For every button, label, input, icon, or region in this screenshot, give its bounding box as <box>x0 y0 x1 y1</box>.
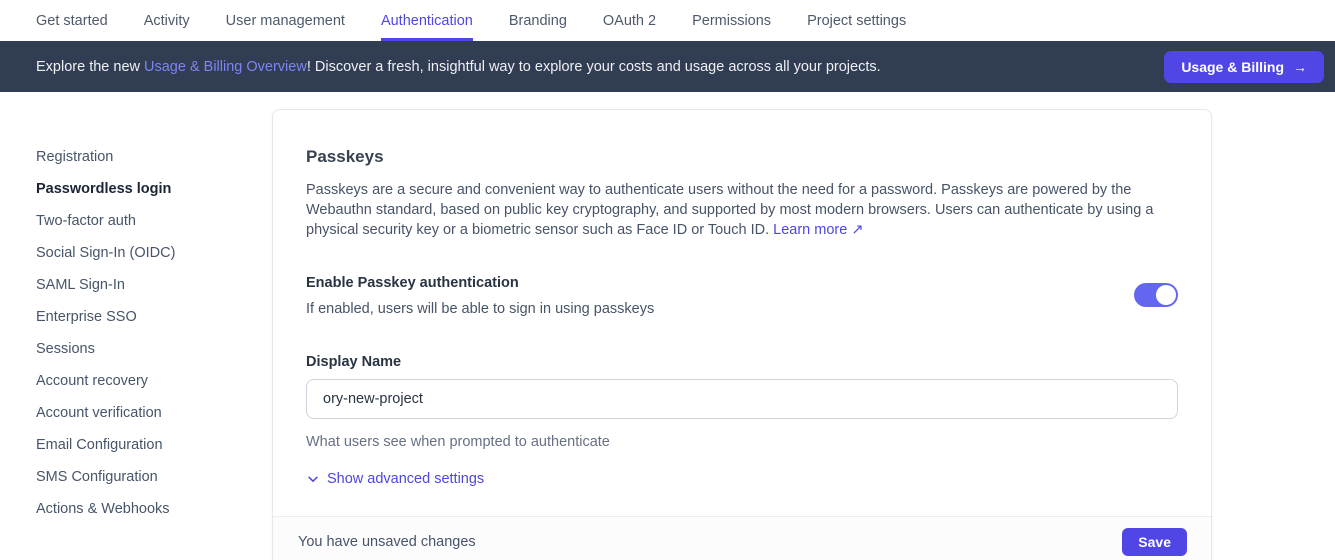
sidebar-item-social-sign-in[interactable]: Social Sign-In (OIDC) <box>36 237 175 269</box>
passkeys-card-body: Passkeys Passkeys are a secure and conve… <box>273 110 1211 491</box>
sidebar-item-actions-webhooks[interactable]: Actions & Webhooks <box>36 493 175 525</box>
sidebar-item-saml-sign-in[interactable]: SAML Sign-In <box>36 269 175 301</box>
enable-passkey-text: Enable Passkey authentication If enabled… <box>306 275 654 317</box>
nav-tab-user-management[interactable]: User management <box>226 0 345 41</box>
banner-text-before: Explore the new <box>36 59 144 75</box>
sidebar-item-account-verification[interactable]: Account verification <box>36 397 175 429</box>
display-name-helper: What users see when prompted to authenti… <box>306 434 1178 450</box>
passkey-toggle[interactable] <box>1134 283 1178 307</box>
nav-tab-oauth2[interactable]: OAuth 2 <box>603 0 656 41</box>
nav-tab-authentication[interactable]: Authentication <box>381 0 473 41</box>
save-button[interactable]: Save <box>1122 528 1187 556</box>
usage-billing-button[interactable]: Usage & Billing → <box>1164 51 1324 83</box>
sidebar-item-registration[interactable]: Registration <box>36 141 175 173</box>
external-link-arrow-icon: ↗ <box>851 222 863 238</box>
nav-tab-branding[interactable]: Branding <box>509 0 567 41</box>
nav-tab-get-started[interactable]: Get started <box>36 0 108 41</box>
arrow-right-icon: → <box>1293 59 1307 75</box>
sidebar-item-account-recovery[interactable]: Account recovery <box>36 365 175 397</box>
unsaved-changes-bar: You have unsaved changes Save <box>273 516 1211 560</box>
chevron-down-icon <box>306 472 320 486</box>
top-navigation: Get started Activity User management Aut… <box>0 0 1335 41</box>
usage-billing-overview-link[interactable]: Usage & Billing Overview <box>144 59 307 75</box>
sidebar-item-passwordless-login[interactable]: Passwordless login <box>36 173 175 205</box>
toggle-knob <box>1156 285 1176 305</box>
sidebar-item-enterprise-sso[interactable]: Enterprise SSO <box>36 301 175 333</box>
passkeys-card: Passkeys Passkeys are a secure and conve… <box>272 109 1212 560</box>
page-title: Passkeys <box>306 147 1178 167</box>
sidebar-item-sms-configuration[interactable]: SMS Configuration <box>36 461 175 493</box>
display-name-field: Display Name What users see when prompte… <box>306 354 1178 450</box>
passkeys-description-text: Passkeys are a secure and convenient way… <box>306 182 1153 238</box>
show-advanced-settings-link[interactable]: Show advanced settings <box>306 471 484 487</box>
nav-tab-project-settings[interactable]: Project settings <box>807 0 906 41</box>
unsaved-changes-text: You have unsaved changes <box>298 534 476 550</box>
announcement-banner: Explore the new Usage & Billing Overview… <box>0 41 1335 92</box>
sidebar-item-sessions[interactable]: Sessions <box>36 333 175 365</box>
enable-passkey-row: Enable Passkey authentication If enabled… <box>306 275 1178 317</box>
settings-sidebar: Registration Passwordless login Two-fact… <box>36 141 175 525</box>
passkeys-description: Passkeys are a secure and convenient way… <box>306 180 1178 240</box>
nav-tab-permissions[interactable]: Permissions <box>692 0 771 41</box>
learn-more-label: Learn more <box>773 222 847 238</box>
enable-passkey-label: Enable Passkey authentication <box>306 275 654 291</box>
show-advanced-settings-label: Show advanced settings <box>327 471 484 487</box>
enable-passkey-description: If enabled, users will be able to sign i… <box>306 301 654 317</box>
content-area: Registration Passwordless login Two-fact… <box>0 92 1335 560</box>
banner-text-after: ! Discover a fresh, insightful way to ex… <box>307 59 881 75</box>
display-name-input[interactable] <box>306 379 1178 419</box>
banner-text: Explore the new Usage & Billing Overview… <box>36 59 881 75</box>
usage-billing-button-label: Usage & Billing <box>1181 59 1284 75</box>
sidebar-item-two-factor-auth[interactable]: Two-factor auth <box>36 205 175 237</box>
learn-more-link[interactable]: Learn more ↗ <box>773 222 863 238</box>
display-name-label: Display Name <box>306 354 1178 370</box>
nav-tab-activity[interactable]: Activity <box>144 0 190 41</box>
sidebar-item-email-configuration[interactable]: Email Configuration <box>36 429 175 461</box>
